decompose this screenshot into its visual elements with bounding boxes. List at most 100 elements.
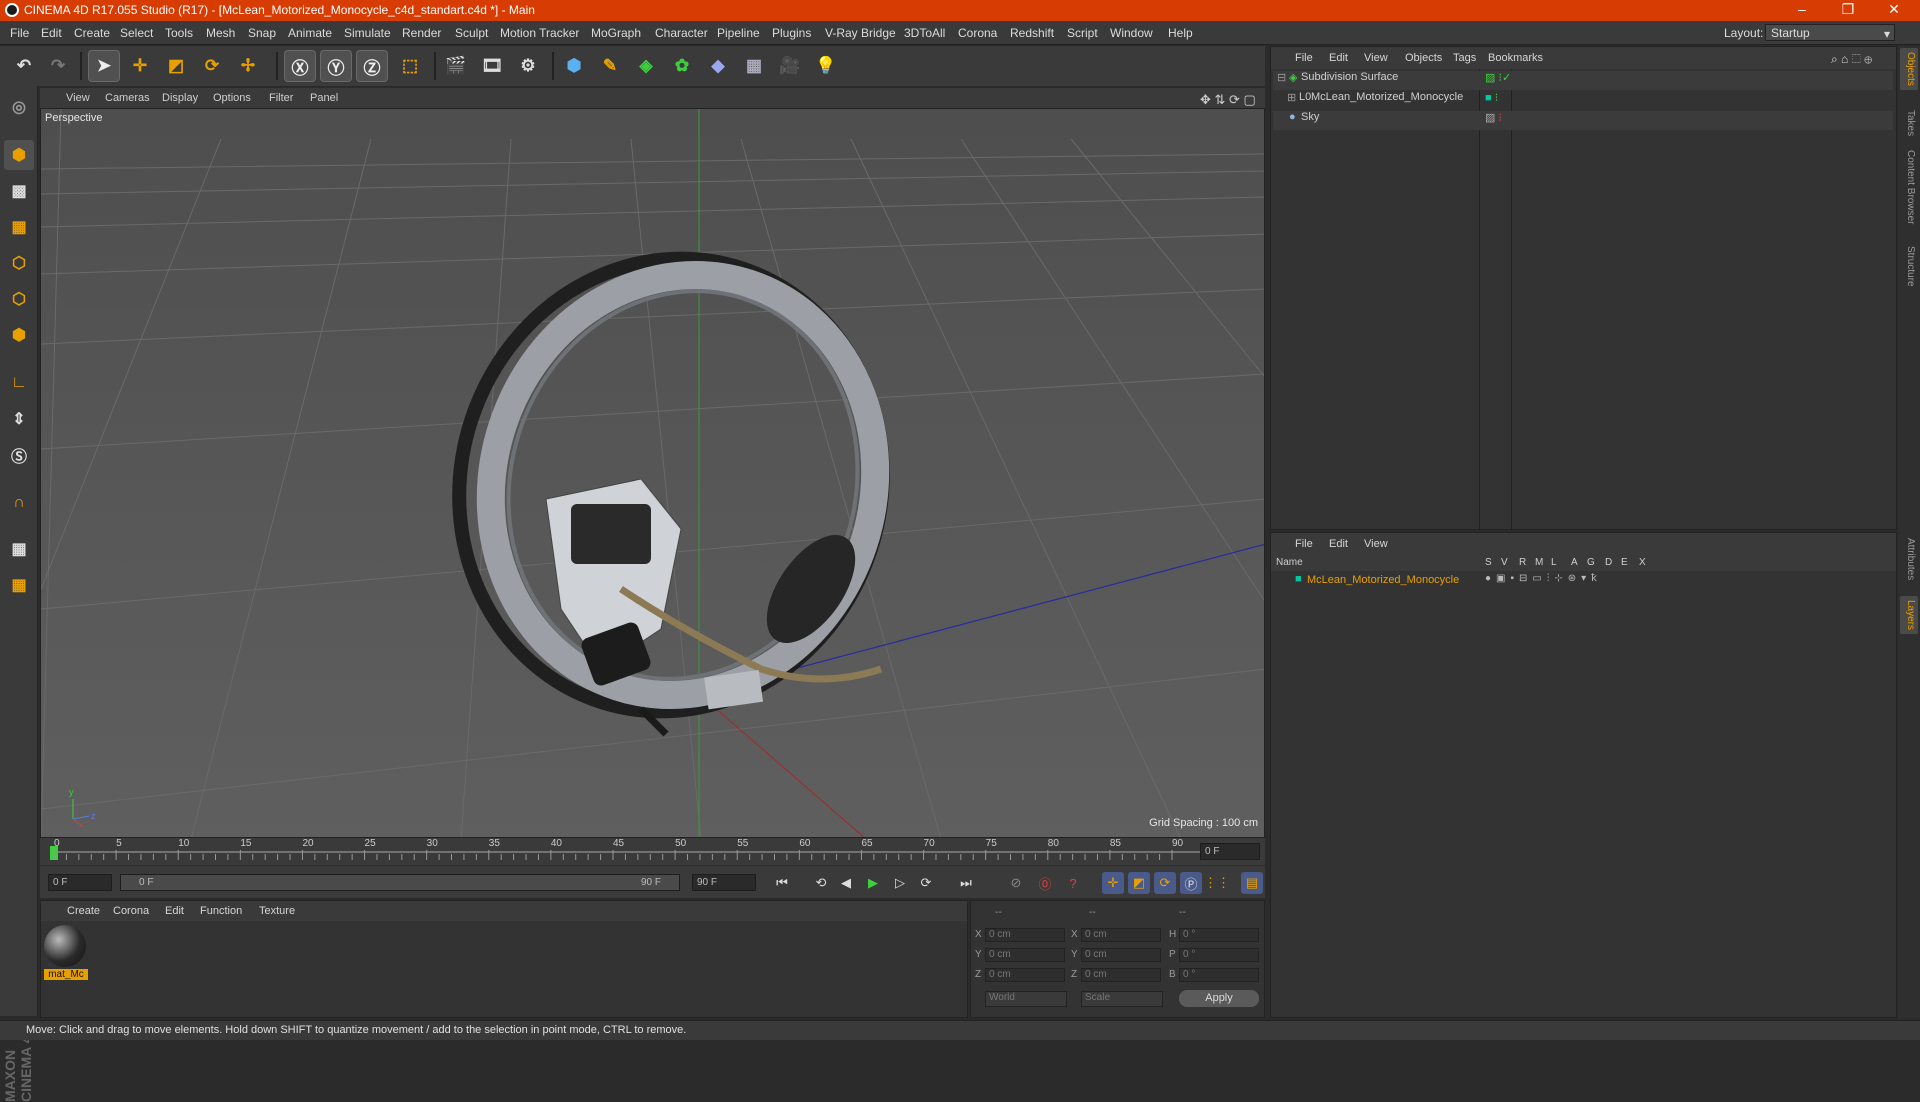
current-frame-field[interactable]: 0 F (1200, 843, 1260, 860)
search-icon[interactable]: ⌕ ⌂ ⬚ ⊕ (1831, 52, 1872, 67)
timeline-window-icon[interactable]: ▤ (1241, 872, 1263, 894)
subdivision-icon[interactable]: ◈ (630, 50, 662, 82)
menu-edit[interactable]: Edit (41, 26, 62, 40)
lock-workplane-icon[interactable]: ▦ (4, 534, 34, 564)
go-to-start-icon[interactable]: ⏮ (771, 872, 793, 894)
axis-mode-icon[interactable]: ∟ (4, 368, 34, 398)
world-dropdown[interactable]: World (985, 991, 1067, 1007)
y-axis-icon[interactable]: Ⓨ (320, 50, 352, 82)
texture-mode-icon[interactable]: ▩ (4, 176, 34, 206)
render-view-icon[interactable]: 🎬 (440, 50, 472, 82)
menu-redshift[interactable]: Redshift (1010, 26, 1054, 40)
edges-mode-icon[interactable]: ⬡ (4, 284, 34, 314)
tab-layers[interactable]: Layers (1900, 596, 1918, 635)
menu-help[interactable]: Help (1168, 26, 1193, 40)
frame-range-slider[interactable]: 0 F 90 F (120, 874, 680, 891)
cube-icon[interactable]: ⬢ (558, 50, 590, 82)
undo-icon[interactable]: ↶ (8, 50, 40, 82)
vp-menu-options[interactable]: Options (213, 92, 251, 104)
key-parameter-icon[interactable]: Ⓟ (1180, 872, 1202, 894)
tab-content-browser[interactable]: Content Browser (1900, 146, 1918, 228)
snap-icon[interactable]: ∩ (4, 488, 34, 518)
previous-key-icon[interactable]: ⟲ (810, 872, 832, 894)
menu-file[interactable]: File (10, 26, 29, 40)
vp-menu-filter[interactable]: Filter (269, 92, 293, 104)
menu-3dtoall[interactable]: 3DToAll (904, 26, 945, 40)
obj-menu-bookmarks[interactable]: Bookmarks (1488, 52, 1543, 64)
tab-takes[interactable]: Takes (1900, 106, 1918, 140)
mat-menu-texture[interactable]: Texture (259, 905, 295, 917)
previous-frame-icon[interactable]: ◀ (835, 872, 857, 894)
render-picture-viewer-icon[interactable]: 🎞 (476, 50, 508, 82)
go-to-end-icon[interactable]: ⏭ (955, 872, 977, 894)
play-icon[interactable]: ▶ (862, 872, 884, 894)
layer-flags-icon[interactable]: ●▣▪⊟▭⫶⊹⊛▾ꝁ (1485, 573, 1602, 584)
obj-menu-objects[interactable]: Objects (1405, 52, 1442, 64)
next-key-icon[interactable]: ⟳ (915, 872, 937, 894)
rot-b-field[interactable]: 0 ° (1179, 968, 1259, 982)
mat-menu-create[interactable]: Create (67, 905, 100, 917)
make-editable-icon[interactable]: ◎ (4, 92, 34, 122)
object-row[interactable]: ⊞ L0 McLean_Motorized_Monocycle ■ ⁝ (1273, 91, 1893, 110)
menu-mesh[interactable]: Mesh (206, 26, 235, 40)
object-row[interactable]: ● Sky ▨ ⁝ (1273, 111, 1893, 130)
next-frame-icon[interactable]: ▷ (889, 872, 911, 894)
material-swatch[interactable]: mat_Mc (44, 925, 88, 983)
key-scale-icon[interactable]: ◩ (1128, 872, 1150, 894)
timeline-ruler[interactable]: 0 5 10 15 20 25 30 35 40 45 50 55 60 65 70 75 80 85 90 0 F (40, 838, 1265, 865)
vp-menu-panel[interactable]: Panel (310, 92, 338, 104)
start-frame-field[interactable]: 0 F (48, 874, 112, 891)
tweak-mode-icon[interactable]: ⇕ (4, 404, 34, 434)
rotate-icon[interactable]: ⟳ (196, 50, 228, 82)
menu-plugins[interactable]: Plugins (772, 26, 811, 40)
menu-window[interactable]: Window (1110, 26, 1153, 40)
menu-script[interactable]: Script (1067, 26, 1098, 40)
deformer-icon[interactable]: ◆ (702, 50, 734, 82)
close-icon[interactable]: ✕ (1874, 1, 1914, 18)
layer-color-icon[interactable]: ■ ⁝ (1485, 91, 1498, 104)
size-z-field[interactable]: 0 cm (1081, 968, 1161, 982)
obj-menu-tags[interactable]: Tags (1453, 52, 1476, 64)
obj-menu-file[interactable]: File (1295, 52, 1313, 64)
key-pla-icon[interactable]: ⋮⋮ (1204, 872, 1230, 894)
planar-workplane-icon[interactable]: ▦ (4, 570, 34, 600)
array-icon[interactable]: ✿ (666, 50, 698, 82)
layer-row[interactable]: ■ McLean_Motorized_Monocycle ●▣▪⊟▭⫶⊹⊛▾ꝁ (1273, 573, 1893, 589)
record-keys-icon[interactable]: ⊘ (1005, 872, 1027, 894)
vp-menu-cameras[interactable]: Cameras (105, 92, 150, 104)
rot-p-field[interactable]: 0 ° (1179, 948, 1259, 962)
tab-structure[interactable]: Structure (1900, 242, 1918, 291)
size-y-field[interactable]: 0 cm (1081, 948, 1161, 962)
menu-vray-bridge[interactable]: V-Ray Bridge (825, 26, 896, 40)
apply-button[interactable]: Apply (1179, 990, 1259, 1007)
mat-menu-corona[interactable]: Corona (113, 905, 149, 917)
layer-menu-file[interactable]: File (1295, 538, 1313, 550)
obj-menu-view[interactable]: View (1364, 52, 1388, 64)
model-mode-icon[interactable]: ⬢ (4, 140, 34, 170)
end-frame-field[interactable]: 90 F (692, 874, 756, 891)
scale-dropdown[interactable]: Scale (1081, 991, 1163, 1007)
layer-menu-view[interactable]: View (1364, 538, 1388, 550)
points-mode-icon[interactable]: ⬡ (4, 248, 34, 278)
menu-character[interactable]: Character (655, 26, 708, 40)
workplane-icon[interactable]: ▦ (4, 212, 34, 242)
pos-y-field[interactable]: 0 cm (985, 948, 1065, 962)
pos-z-field[interactable]: 0 cm (985, 968, 1065, 982)
layer-menu-edit[interactable]: Edit (1329, 538, 1348, 550)
menu-mograph[interactable]: MoGraph (591, 26, 641, 40)
obj-menu-edit[interactable]: Edit (1329, 52, 1348, 64)
menu-select[interactable]: Select (120, 26, 153, 40)
size-x-field[interactable]: 0 cm (1081, 928, 1161, 942)
tab-attributes[interactable]: Attributes (1900, 534, 1918, 584)
key-rotation-icon[interactable]: ⟳ (1154, 872, 1176, 894)
keyframe-selection-icon[interactable]: ? (1062, 872, 1084, 894)
mat-menu-edit[interactable]: Edit (165, 905, 184, 917)
minimize-icon[interactable]: – (1782, 1, 1822, 17)
object-row[interactable]: ⊟ ◈ Subdivision Surface ▨ ⁝✓ (1273, 71, 1893, 90)
light-icon[interactable]: 💡 (810, 50, 842, 82)
coordinate-system-icon[interactable]: ⬚ (394, 50, 426, 82)
menu-pipeline[interactable]: Pipeline (717, 26, 760, 40)
menu-snap[interactable]: Snap (248, 26, 276, 40)
solo-icon[interactable]: Ⓢ (4, 440, 34, 470)
pen-spline-icon[interactable]: ✎ (594, 50, 626, 82)
